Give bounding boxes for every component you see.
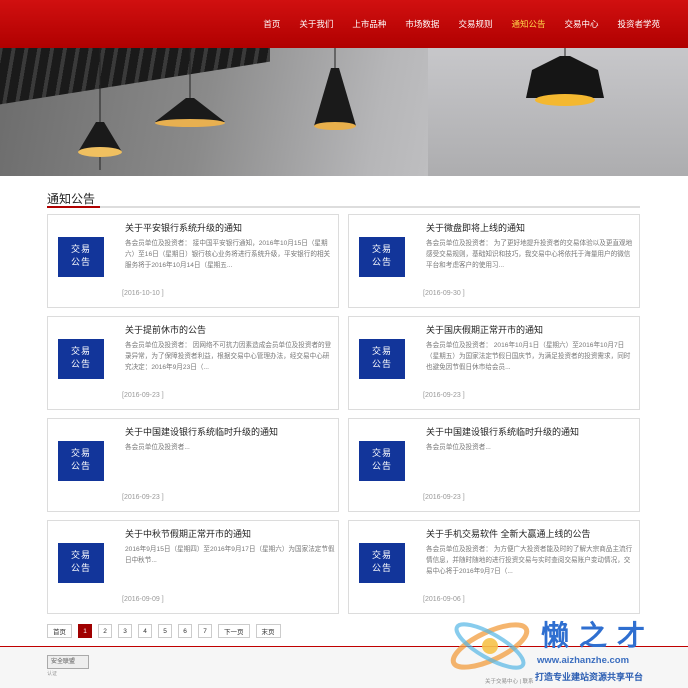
security-alliance-logo[interactable]: 安全联盟 <box>47 655 89 669</box>
notice-date: [2016-09-23 ] <box>122 494 164 501</box>
notice-date: [2016-09-06 ] <box>423 596 465 603</box>
notice-badge: 交易 公告 <box>58 543 104 583</box>
notice-badge: 交易 公告 <box>58 339 104 379</box>
page-number-6[interactable]: 6 <box>178 624 192 638</box>
notice-date: [2016-09-23 ] <box>122 392 164 399</box>
watermark-slogan: 打造专业建站资源共享平台 <box>535 672 644 682</box>
notice-card[interactable]: 交易 公告 关于中秋节假期正常开市的通知 2016年9月15日（星期四）至2016年… <box>47 520 339 614</box>
notice-date: [2016-09-23 ] <box>423 392 465 399</box>
notice-card[interactable]: 交易 公告 关于提前休市的公告各会员单位及投资者： 因网络不可抗力因素造成会员单位… <box>47 316 339 410</box>
notice-date: [2016-09-09 ] <box>122 596 164 603</box>
pendant-lamps-illustration <box>78 48 604 170</box>
page-number-1[interactable]: 1 <box>78 624 92 638</box>
notice-summary: 各会员单位及投资者： 为了更好地提升投资者的交易体验以及更直观地感受交易规则，基… <box>426 240 633 269</box>
section-title: 通知公告 <box>47 192 96 206</box>
notice-title-link[interactable]: 关于中秋节假期正常开市的通知 <box>125 527 330 540</box>
main-nav: 首页 关于我们 上市品种 市场数据 交易规则 通知公告 交易中心 投资者学苑 <box>244 0 660 48</box>
nav-item-7[interactable]: 投资者学苑 <box>617 18 660 30</box>
section-divider <box>47 206 640 208</box>
notice-badge: 交易 公告 <box>359 543 405 583</box>
notice-summary: 各会员单位及投资者： 为方便广大投资者能及时的了解大宗商品主流行情信息，并随时随… <box>426 546 633 575</box>
notice-badge: 交易 公告 <box>359 237 405 277</box>
notice-summary: 各会员单位及投资者... <box>125 444 190 451</box>
notice-summary: 各会员单位及投资者： 接中国平安银行通知，2016年10月15日（星期六）至16… <box>125 240 331 269</box>
nav-item-0[interactable]: 首页 <box>263 18 280 30</box>
page-next-button[interactable]: 下一页 <box>218 624 250 638</box>
notice-title-link[interactable]: 关于手机交易软件 全新大赢通上线的公告 <box>426 527 631 540</box>
nav-item-5[interactable]: 通知公告 <box>511 18 545 30</box>
notice-title-link[interactable]: 关于平安银行系统升级的通知 <box>125 221 330 234</box>
page-number-list: 1234567 <box>78 624 218 638</box>
notice-date: [2016-09-23 ] <box>423 494 465 501</box>
security-alliance-sub: 认证 <box>47 671 58 677</box>
nav-item-1[interactable]: 关于我们 <box>299 18 333 30</box>
watermark-logo-icon <box>450 622 530 670</box>
nav-item-3[interactable]: 市场数据 <box>405 18 439 30</box>
nav-item-4[interactable]: 交易规则 <box>458 18 492 30</box>
notice-summary: 各会员单位及投资者... <box>426 444 491 451</box>
nav-item-2[interactable]: 上市品种 <box>352 18 386 30</box>
page-number-5[interactable]: 5 <box>158 624 172 638</box>
notice-title-link[interactable]: 关于中国建设银行系统临时升级的通知 <box>125 425 330 438</box>
notice-card[interactable]: 交易 公告 关于手机交易软件 全新大赢通上线的公告各会员单位及投资者： 为方便广大… <box>348 520 640 614</box>
notice-badge: 交易 公告 <box>58 237 104 277</box>
page-number-3[interactable]: 3 <box>118 624 132 638</box>
watermark: 懒之才 www.aizhanzhe.com 打造专业建站资源共享平台 <box>445 606 685 686</box>
notice-title-link[interactable]: 关于提前休市的公告 <box>125 323 330 336</box>
notice-date: [2016-09-30 ] <box>423 290 465 297</box>
watermark-title: 懒之才 <box>541 619 656 652</box>
nav-item-6[interactable]: 交易中心 <box>564 18 598 30</box>
notice-summary: 各会员单位及投资者： 因网络不可抗力因素造成会员单位及投资者的登录异常，为了保障… <box>125 342 332 371</box>
notice-badge: 交易 公告 <box>359 441 405 481</box>
notice-summary: 2016年9月15日（星期四）至2016年9月17日（星期六）为国家法定节假日中… <box>125 546 335 564</box>
notice-title-link[interactable]: 关于国庆假期正常开市的通知 <box>426 323 631 336</box>
notice-card[interactable]: 交易 公告 关于微盘即将上线的通知各会员单位及投资者： 为了更好地提升投资者的交易… <box>348 214 640 308</box>
notice-title-link[interactable]: 关于微盘即将上线的通知 <box>426 221 631 234</box>
notice-date: [2016-10-10 ] <box>122 290 164 297</box>
notice-title-link[interactable]: 关于中国建设银行系统临时升级的通知 <box>426 425 631 438</box>
notice-badge: 交易 公告 <box>359 339 405 379</box>
page-number-2[interactable]: 2 <box>98 624 112 638</box>
notice-card[interactable]: 交易 公告 关于中国建设银行系统临时升级的通知各会员单位及投资者... [2016-… <box>47 418 339 512</box>
page-last-button[interactable]: 末页 <box>255 624 281 638</box>
notice-card[interactable]: 交易 公告 关于国庆假期正常开市的通知各会员单位及投资者： 2016年10月1日（… <box>348 316 640 410</box>
notice-card[interactable]: 交易 公告 关于中国建设银行系统临时升级的通知各会员单位及投资者... [2016-… <box>348 418 640 512</box>
hero-banner <box>0 48 688 176</box>
notice-card[interactable]: 交易 公告 关于平安银行系统升级的通知各会员单位及投资者： 接中国平安银行通知，2… <box>47 214 339 308</box>
watermark-url: www.aizhanzhe.com <box>537 655 630 666</box>
page-first-button[interactable]: 首页 <box>47 624 72 638</box>
section-divider-accent <box>47 206 100 208</box>
page-number-4[interactable]: 4 <box>138 624 152 638</box>
top-nav-bar: 首页 关于我们 上市品种 市场数据 交易规则 通知公告 交易中心 投资者学苑 <box>0 0 688 48</box>
notice-summary: 各会员单位及投资者： 2016年10月1日（星期六）至2016年10月7日（星期… <box>426 342 631 371</box>
notice-badge: 交易 公告 <box>58 441 104 481</box>
pagination: 首页 1234567 下一页 末页 <box>47 624 287 638</box>
page-number-7[interactable]: 7 <box>198 624 212 638</box>
